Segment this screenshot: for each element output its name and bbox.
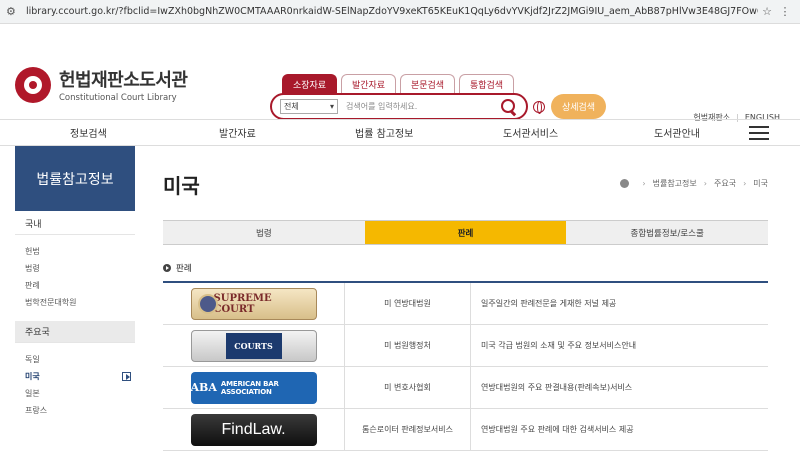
findlaw-logo[interactable]: FindLaw.	[190, 413, 317, 446]
side-item-germany[interactable]: 독일	[15, 351, 135, 368]
side-item-statutes[interactable]: 법령	[15, 260, 135, 277]
table-row: SUPREME COURT 미 연방대법원 일주일간의 판례전문을 게재한 저널…	[163, 283, 768, 325]
org-name: 미 연방대법원	[345, 283, 471, 324]
search-scope-value: 전체	[284, 102, 299, 111]
search-tab-integrated[interactable]: 통합검색	[459, 74, 514, 94]
arrow-right-icon	[122, 372, 131, 381]
side-group-major-countries[interactable]: 주요국	[15, 321, 135, 343]
breadcrumb-item[interactable]: 법률참고정보	[653, 178, 697, 189]
main-navigation: 정보검색 발간자료 법률 참고정보 도서관서비스 도서관안내	[0, 119, 800, 146]
side-item-constitution[interactable]: 헌법	[15, 243, 135, 260]
tab-statutes[interactable]: 법령	[163, 220, 365, 245]
org-description: 일주일간의 판례전문을 게재한 저널 제공	[481, 299, 617, 308]
org-name: 미 변호사협회	[345, 367, 471, 408]
side-item-usa[interactable]: 미국	[15, 368, 135, 385]
aba-logo[interactable]: ABA AMERICAN BAR ASSOCIATION	[190, 371, 317, 404]
us-courts-logo[interactable]: COURTS	[190, 329, 317, 362]
site-logo[interactable]: 헌법재판소도서관 Constitutional Court Library	[15, 66, 188, 103]
org-description: 연방대법원의 주요 판결내용(판례속보)서비스	[481, 383, 633, 392]
chevron-down-icon: ▾	[329, 102, 334, 111]
logo-name-ko: 헌법재판소도서관	[59, 70, 188, 91]
table-row: COURTS 미 법원행정처 미국 각급 법원의 소재 및 주요 정보서비스안내	[163, 325, 768, 367]
nav-law-reference[interactable]: 법률 참고정보	[355, 125, 413, 140]
logo-text: SUPREME COURT	[213, 292, 272, 315]
court-emblem-icon	[15, 66, 51, 103]
search-scope-select[interactable]: 전체 ▾	[280, 99, 338, 114]
side-item-usa-label: 미국	[25, 372, 40, 381]
logo-text: AMERICAN BAR ASSOCIATION	[220, 379, 279, 396]
side-navigation: 법률참고정보 국내 헌법 법령 판례 법학전문대학원 주요국 독일 미국 일본 …	[15, 146, 135, 419]
chevron-right-icon: ›	[743, 179, 747, 188]
menu-icon[interactable]	[749, 126, 769, 140]
nav-publications[interactable]: 발간자료	[219, 125, 256, 140]
nav-library-services[interactable]: 도서관서비스	[503, 125, 558, 140]
org-name: 톰슨로이터 판례정보서비스	[345, 409, 471, 450]
detail-search-button[interactable]: 상세검색	[551, 94, 606, 119]
logo-text: COURTS	[225, 332, 282, 359]
search-tab-holdings[interactable]: 소장자료	[282, 74, 337, 94]
side-item-france[interactable]: 프랑스	[15, 402, 135, 419]
search-tab-publications[interactable]: 발간자료	[341, 74, 396, 94]
more-icon[interactable]: ⋮	[776, 5, 794, 18]
org-description: 미국 각급 법원의 소재 및 주요 정보서비스안내	[481, 341, 637, 350]
nav-library-guide[interactable]: 도서관안내	[654, 125, 700, 140]
table-row: FindLaw. 톰슨로이터 판례정보서비스 연방대법원 주요 판례에 대한 검…	[163, 409, 768, 451]
globe-icon[interactable]	[533, 101, 545, 114]
seal-icon	[197, 293, 218, 314]
logo-name-en: Constitutional Court Library	[59, 93, 177, 103]
search-tabs: 소장자료 발간자료 본문검색 통합검색	[282, 74, 518, 94]
search-input[interactable]: 검색어를 입력하세요.	[338, 101, 500, 112]
home-icon[interactable]	[620, 179, 630, 188]
search-icon[interactable]	[500, 98, 518, 116]
breadcrumb-item[interactable]: 주요국	[714, 178, 736, 189]
page-title: 미국	[163, 174, 200, 198]
browser-address-bar: ⚙ library.ccourt.go.kr/?fbclid=IwZXh0bgN…	[0, 0, 800, 24]
aba-mark-icon: ABA	[190, 381, 217, 394]
side-item-japan[interactable]: 일본	[15, 385, 135, 402]
chevron-right-icon: ›	[703, 179, 707, 188]
section-title: 판례	[176, 264, 192, 274]
table-row: ABA AMERICAN BAR ASSOCIATION 미 변호사협회 연방대…	[163, 367, 768, 409]
bullet-arrow-icon	[163, 264, 171, 272]
side-item-law-school[interactable]: 법학전문대학원	[15, 294, 135, 311]
side-group-domestic[interactable]: 국내	[15, 213, 135, 235]
org-description: 연방대법원 주요 판례에 대한 검색서비스 제공	[481, 425, 634, 434]
site-header: 헌법재판소도서관 Constitutional Court Library 소장…	[0, 24, 800, 122]
section-heading: 판례	[163, 262, 192, 274]
content-tabs: 법령 판례 종합법률정보/로스쿨	[163, 220, 769, 245]
resource-table: SUPREME COURT 미 연방대법원 일주일간의 판례전문을 게재한 저널…	[163, 281, 768, 451]
url-text[interactable]: library.ccourt.go.kr/?fbclid=IwZXh0bgNhZ…	[20, 6, 758, 17]
star-icon[interactable]: ☆	[758, 5, 776, 18]
side-item-precedents[interactable]: 판례	[15, 277, 135, 294]
side-nav-title: 법률참고정보	[15, 146, 135, 211]
supreme-court-logo[interactable]: SUPREME COURT	[190, 287, 317, 320]
chevron-right-icon: ›	[642, 179, 646, 188]
site-settings-icon[interactable]: ⚙	[6, 5, 20, 18]
nav-info-search[interactable]: 정보검색	[70, 125, 107, 140]
org-name: 미 법원행정처	[345, 325, 471, 366]
breadcrumb: › 법률참고정보 › 주요국 › 미국	[620, 178, 768, 189]
tab-precedents[interactable]: 판례	[364, 220, 567, 245]
tab-general-legal-info[interactable]: 종합법률정보/로스쿨	[566, 220, 769, 245]
search-tab-fulltext[interactable]: 본문검색	[400, 74, 455, 94]
search-box: 전체 ▾ 검색어를 입력하세요.	[270, 93, 528, 120]
breadcrumb-item: 미국	[753, 179, 768, 188]
logo-text: FindLaw.	[221, 420, 286, 438]
